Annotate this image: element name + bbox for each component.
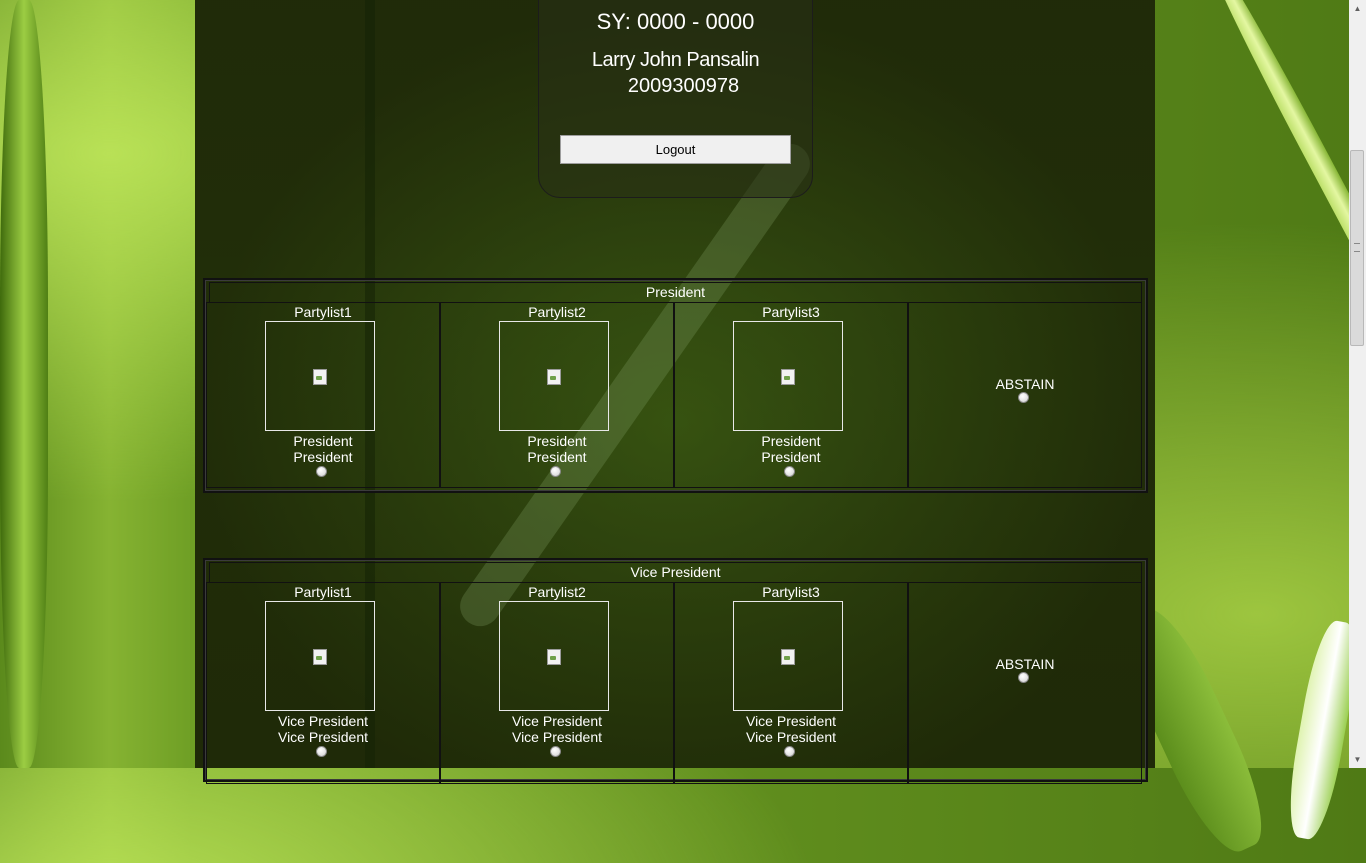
candidate-cell: Partylist1 President President — [206, 302, 440, 488]
vote-radio[interactable] — [316, 746, 327, 757]
scrollbar-thumb[interactable] — [1350, 150, 1364, 346]
background-grass — [0, 0, 48, 768]
candidate-name: Vice President — [277, 729, 368, 745]
broken-image-icon — [313, 649, 327, 665]
candidate-photo — [733, 601, 843, 711]
partylist-name: Partylist1 — [294, 304, 352, 320]
abstain-radio[interactable] — [1018, 672, 1029, 683]
logout-button[interactable]: Logout — [560, 135, 791, 164]
candidate-position: Vice President — [511, 713, 602, 729]
vote-radio[interactable] — [550, 746, 561, 757]
school-year: SY: 0000 - 0000 — [596, 9, 755, 34]
vote-radio[interactable] — [784, 746, 795, 757]
candidate-name: President — [527, 449, 587, 465]
position-title: President — [209, 282, 1142, 303]
candidate-position: President — [293, 433, 353, 449]
partylist-name: Partylist3 — [762, 584, 820, 600]
arrow-up-icon[interactable]: ▲ — [1349, 0, 1366, 17]
candidate-photo — [733, 321, 843, 431]
vote-radio[interactable] — [550, 466, 561, 477]
candidate-cell: Partylist2 Vice President Vice President — [440, 582, 674, 784]
candidate-name: President — [293, 449, 353, 465]
broken-image-icon — [547, 649, 561, 665]
ballot-president: President Partylist1 President President… — [203, 278, 1148, 493]
arrow-down-icon[interactable]: ▼ — [1349, 751, 1366, 768]
ballot-vice-president: Vice President Partylist1 Vice President… — [203, 558, 1148, 784]
partylist-name: Partylist2 — [528, 304, 586, 320]
user-id: 2009300978 — [627, 75, 740, 97]
candidate-position: Vice President — [745, 713, 836, 729]
candidate-name: Vice President — [511, 729, 602, 745]
vote-radio[interactable] — [784, 466, 795, 477]
user-name: Larry John Pansalin — [591, 49, 760, 71]
candidate-name: President — [761, 449, 821, 465]
background-grass — [1200, 0, 1366, 455]
abstain-cell: ABSTAIN — [908, 582, 1142, 784]
abstain-label: ABSTAIN — [995, 376, 1055, 392]
partylist-name: Partylist1 — [294, 584, 352, 600]
vertical-scrollbar[interactable]: ▲ ▼ — [1349, 0, 1366, 768]
candidate-position: President — [761, 433, 821, 449]
broken-image-icon — [781, 649, 795, 665]
broken-image-icon — [313, 369, 327, 385]
candidate-cell: Partylist3 Vice President Vice President — [674, 582, 908, 784]
abstain-radio[interactable] — [1018, 392, 1029, 403]
abstain-label: ABSTAIN — [995, 656, 1055, 672]
abstain-cell: ABSTAIN — [908, 302, 1142, 488]
broken-image-icon — [547, 369, 561, 385]
candidate-photo — [265, 321, 375, 431]
candidate-cell: Partylist2 President President — [440, 302, 674, 488]
candidate-photo — [499, 321, 609, 431]
candidate-name: Vice President — [745, 729, 836, 745]
candidate-cell: Partylist3 President President — [674, 302, 908, 488]
candidate-cell: Partylist1 Vice President Vice President — [206, 582, 440, 784]
position-title: Vice President — [209, 562, 1142, 583]
user-info-box: SY: 0000 - 0000 Larry John Pansalin 2009… — [538, 0, 813, 198]
vote-radio[interactable] — [316, 466, 327, 477]
partylist-name: Partylist2 — [528, 584, 586, 600]
candidate-photo — [499, 601, 609, 711]
main-panel: SY: 0000 - 0000 Larry John Pansalin 2009… — [195, 0, 1155, 784]
candidate-position: President — [527, 433, 587, 449]
broken-image-icon — [781, 369, 795, 385]
candidate-photo — [265, 601, 375, 711]
candidate-position: Vice President — [277, 713, 368, 729]
partylist-name: Partylist3 — [762, 304, 820, 320]
